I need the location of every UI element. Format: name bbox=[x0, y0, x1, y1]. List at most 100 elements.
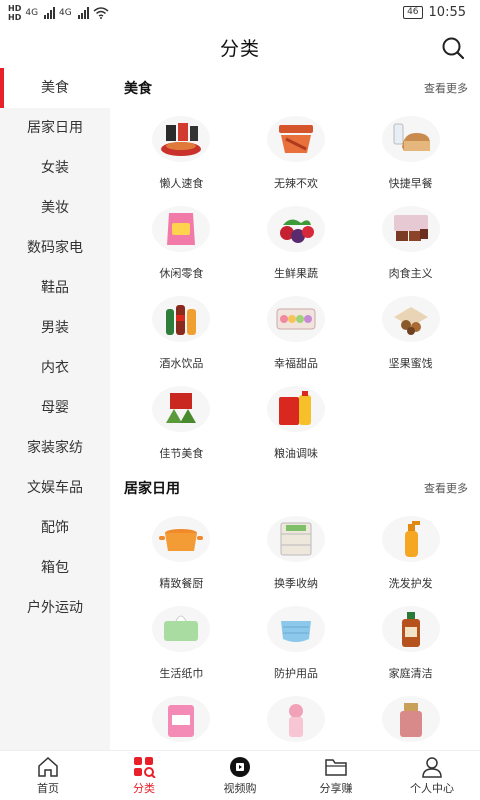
meat-icon bbox=[381, 206, 440, 252]
sidebar-item-label: 美妆 bbox=[41, 200, 69, 216]
subcategory-grid: 精致餐厨 换季收纳 洗发护发 生活纸巾 防护用品 家庭清洁 bbox=[124, 508, 468, 750]
page-title: 分类 bbox=[219, 38, 260, 60]
subcategory-item[interactable]: 无辣不欢 bbox=[239, 108, 354, 198]
subcategory-item[interactable]: 休闲零食 bbox=[124, 198, 239, 288]
subcategory-item[interactable]: 快捷早餐 bbox=[353, 108, 468, 198]
sidebar-item-entertainment-auto[interactable]: 文娱车品 bbox=[0, 468, 110, 508]
sidebar-item-label: 母婴 bbox=[41, 400, 69, 416]
subcategory-label: 生活纸巾 bbox=[159, 667, 204, 680]
sidebar-item-label: 文娱车品 bbox=[27, 480, 83, 496]
tab-label: 首页 bbox=[37, 781, 59, 795]
home-icon bbox=[38, 756, 58, 777]
sidebar-item-label: 箱包 bbox=[41, 560, 69, 576]
sidebar-item-mens-wear[interactable]: 男装 bbox=[0, 308, 110, 348]
tab-category[interactable]: 分类 bbox=[96, 751, 192, 800]
sim-labels: HD HD bbox=[8, 4, 21, 22]
subcategory-item[interactable]: 精致餐厨 bbox=[124, 508, 239, 598]
subcategory-label: 换季收纳 bbox=[273, 577, 318, 590]
sidebar-item-accessories[interactable]: 配饰 bbox=[0, 508, 110, 548]
section-food: 美食 查看更多 懒人速食 无辣不欢 快捷早餐 休闲零食 生鲜果蔬 肉食主义 酒水… bbox=[110, 68, 480, 468]
sidebar-item-home-daily[interactable]: 居家日用 bbox=[0, 108, 110, 148]
sidebar-item-baby[interactable]: 母婴 bbox=[0, 388, 110, 428]
clock: 10:55 bbox=[428, 5, 466, 20]
instant-noodles-icon bbox=[152, 116, 211, 162]
subcategory-item[interactable]: 幸福甜品 bbox=[239, 288, 354, 378]
view-more-link[interactable]: 查看更多 bbox=[424, 80, 468, 96]
sidebar-item-home-textile[interactable]: 家装家纺 bbox=[0, 428, 110, 468]
subcategory-item[interactable]: 换季收纳 bbox=[239, 508, 354, 598]
signal-area: HD HD 4G 4G bbox=[8, 4, 109, 22]
subcategory-grid: 懒人速食 无辣不欢 快捷早餐 休闲零食 生鲜果蔬 肉食主义 酒水饮品 幸福甜品 … bbox=[124, 108, 468, 468]
subcategory-item[interactable]: 防护用品 bbox=[239, 598, 354, 688]
spicy-snack-icon bbox=[266, 116, 325, 162]
subcategory-item[interactable] bbox=[353, 688, 468, 750]
sidebar-item-underwear[interactable]: 内衣 bbox=[0, 348, 110, 388]
subcategory-item[interactable]: 酒水饮品 bbox=[124, 288, 239, 378]
rice-oil-icon bbox=[266, 386, 325, 432]
sidebar-item-label: 居家日用 bbox=[27, 120, 83, 136]
subcategory-label: 家庭清洁 bbox=[388, 667, 433, 680]
category-sidebar: 美食 居家日用 女装 美妆 数码家电 鞋品 男装 内衣 母婴 家装家纺 文娱车品… bbox=[0, 68, 110, 750]
tissue-icon bbox=[152, 606, 211, 652]
tab-profile[interactable]: 个人中心 bbox=[384, 751, 480, 800]
subcategory-label: 坚果蜜饯 bbox=[388, 357, 433, 370]
title-bar: 分类 bbox=[0, 26, 480, 68]
subcategory-item[interactable]: 生鲜果蔬 bbox=[239, 198, 354, 288]
sidebar-item-electronics[interactable]: 数码家电 bbox=[0, 228, 110, 268]
folder-share-icon bbox=[325, 758, 347, 776]
bread-milk-icon bbox=[381, 116, 440, 162]
wifi-icon bbox=[93, 7, 109, 19]
status-right: 46 10:55 bbox=[403, 5, 466, 20]
sidebar-item-beauty[interactable]: 美妆 bbox=[0, 188, 110, 228]
subcategory-label: 洗发护发 bbox=[388, 577, 433, 590]
category-content: 美食 查看更多 懒人速食 无辣不欢 快捷早餐 休闲零食 生鲜果蔬 肉食主义 酒水… bbox=[110, 68, 480, 750]
subcategory-item[interactable]: 佳节美食 bbox=[124, 378, 239, 468]
sidebar-item-label: 数码家电 bbox=[27, 240, 83, 256]
network-type-2: 4G bbox=[59, 8, 72, 18]
mask-icon bbox=[266, 606, 325, 652]
subcategory-item[interactable]: 家庭清洁 bbox=[353, 598, 468, 688]
subcategory-item[interactable]: 粮油调味 bbox=[239, 378, 354, 468]
video-shop-icon bbox=[230, 756, 250, 777]
subcategory-item[interactable]: 懒人速食 bbox=[124, 108, 239, 198]
section-title: 居家日用 bbox=[124, 481, 180, 497]
kids-cup-icon bbox=[266, 696, 325, 742]
nuts-icon bbox=[381, 296, 440, 342]
section-header: 居家日用 查看更多 bbox=[124, 468, 468, 508]
signal-icon-2 bbox=[77, 7, 89, 19]
user-icon bbox=[422, 756, 442, 778]
subcategory-item[interactable]: 坚果蜜饯 bbox=[353, 288, 468, 378]
sidebar-item-food[interactable]: 美食 bbox=[0, 68, 110, 108]
subcategory-label: 佳节美食 bbox=[159, 447, 204, 460]
subcategory-item[interactable]: 肉食主义 bbox=[353, 198, 468, 288]
subcategory-item[interactable]: 洗发护发 bbox=[353, 508, 468, 598]
sidebar-item-bags[interactable]: 箱包 bbox=[0, 548, 110, 588]
subcategory-label: 生鲜果蔬 bbox=[273, 267, 318, 280]
subcategory-label: 懒人速食 bbox=[159, 177, 204, 190]
tab-label: 个人中心 bbox=[410, 781, 454, 795]
shampoo-icon bbox=[381, 516, 440, 562]
signal-icon bbox=[44, 7, 56, 19]
subcategory-item[interactable]: 生活纸巾 bbox=[124, 598, 239, 688]
bottom-tab-bar: 首页 分类 视频购 分享赚 个人中心 bbox=[0, 750, 480, 800]
subcategory-item[interactable] bbox=[239, 688, 354, 750]
sim2-label: HD bbox=[8, 13, 22, 22]
sidebar-item-label: 内衣 bbox=[41, 360, 69, 376]
network-type-1: 4G bbox=[25, 8, 39, 18]
subcategory-item[interactable] bbox=[124, 688, 239, 750]
view-more-link[interactable]: 查看更多 bbox=[424, 480, 468, 496]
subcategory-label: 快捷早餐 bbox=[388, 177, 433, 190]
zongzi-icon bbox=[152, 386, 211, 432]
disinfectant-icon bbox=[381, 606, 440, 652]
sidebar-item-shoes[interactable]: 鞋品 bbox=[0, 268, 110, 308]
tab-label: 分享赚 bbox=[319, 781, 353, 795]
tab-share-earn[interactable]: 分享赚 bbox=[288, 751, 384, 800]
sidebar-item-outdoor[interactable]: 户外运动 bbox=[0, 588, 110, 628]
tab-home[interactable]: 首页 bbox=[0, 751, 96, 800]
tab-video-shop[interactable]: 视频购 bbox=[192, 751, 288, 800]
casserole-pot-icon bbox=[152, 516, 211, 562]
sidebar-item-womens-wear[interactable]: 女装 bbox=[0, 148, 110, 188]
section-home-daily: 居家日用 查看更多 精致餐厨 换季收纳 洗发护发 生活纸巾 防护用品 家庭清洁 bbox=[110, 468, 480, 750]
search-icon[interactable] bbox=[440, 35, 466, 61]
status-bar: HD HD 4G 4G 46 10:55 bbox=[0, 0, 480, 26]
